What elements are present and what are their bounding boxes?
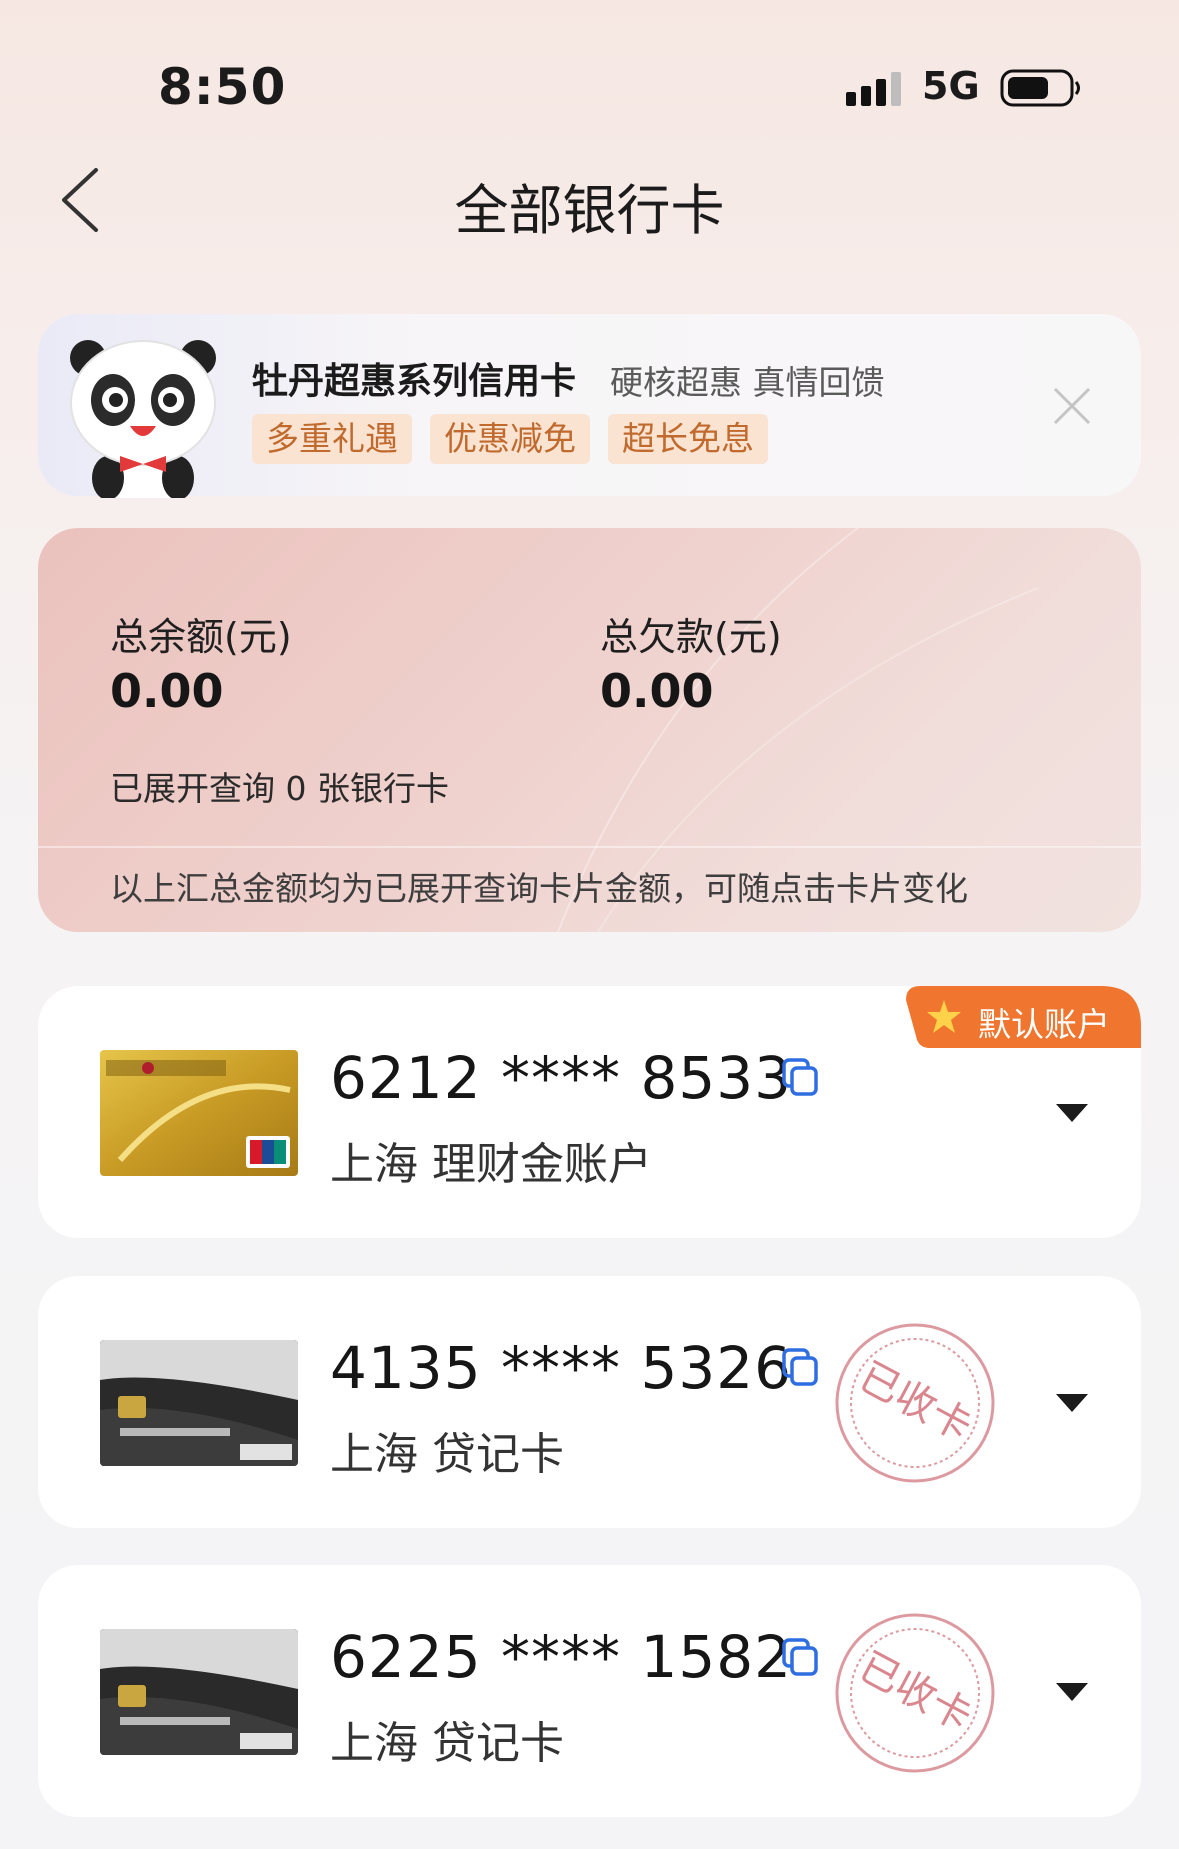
default-account-label: 默认账户 — [978, 1005, 1110, 1044]
summary-note: 以上汇总金额均为已展开查询卡片金额，可随点击卡片变化 — [110, 869, 968, 908]
chevron-down-icon[interactable] — [1056, 1104, 1088, 1124]
card-retained-stamp: 已收卡 — [835, 1613, 995, 1773]
promo-tag: 多重礼遇 — [252, 414, 412, 464]
stamp-text: 已收卡 — [852, 1644, 980, 1741]
copy-icon[interactable] — [782, 1058, 818, 1096]
promo-tag: 超长免息 — [608, 414, 768, 464]
close-icon[interactable] — [1052, 386, 1092, 426]
copy-icon[interactable] — [782, 1348, 818, 1386]
stamp-text: 已收卡 — [852, 1354, 980, 1451]
panda-mascot-icon — [70, 340, 216, 498]
gold-card-thumbnail — [100, 1050, 298, 1176]
total-debt-value: 0.00 — [600, 664, 714, 718]
battery-icon — [1000, 69, 1080, 107]
card-description: 上海 贷记卡 — [330, 1718, 564, 1769]
card-description: 上海 贷记卡 — [330, 1429, 564, 1480]
promo-subtitle: 硬核超惠 真情回馈 — [610, 363, 885, 402]
page-title: 全部银行卡 — [454, 179, 725, 242]
summary-divider — [38, 846, 1141, 848]
platinum-visa-card-thumbnail — [100, 1629, 298, 1755]
card-number: 6225 **** 1582 — [330, 1623, 793, 1691]
status-time: 8:50 — [158, 58, 287, 116]
network-label: 5G — [922, 64, 980, 108]
copy-icon[interactable] — [782, 1638, 818, 1676]
promo-title: 牡丹超惠系列信用卡 — [252, 361, 577, 402]
total-balance-label: 总余额(元) — [110, 615, 292, 659]
card-retained-stamp: 已收卡 — [835, 1323, 995, 1483]
card-number: 6212 **** 8533 — [330, 1044, 793, 1112]
card-number: 4135 **** 5326 — [330, 1334, 793, 1402]
chevron-down-icon[interactable] — [1056, 1683, 1088, 1703]
chevron-down-icon[interactable] — [1056, 1394, 1088, 1414]
card-description: 上海 理财金账户 — [330, 1139, 652, 1190]
total-balance-value: 0.00 — [110, 664, 224, 718]
total-debt-label: 总欠款(元) — [600, 615, 782, 659]
expanded-count-text: 已展开查询 0 张银行卡 — [110, 769, 449, 808]
platinum-visa-card-thumbnail — [100, 1340, 298, 1466]
signal-icon — [846, 72, 901, 106]
promo-tag: 优惠减免 — [430, 414, 590, 464]
